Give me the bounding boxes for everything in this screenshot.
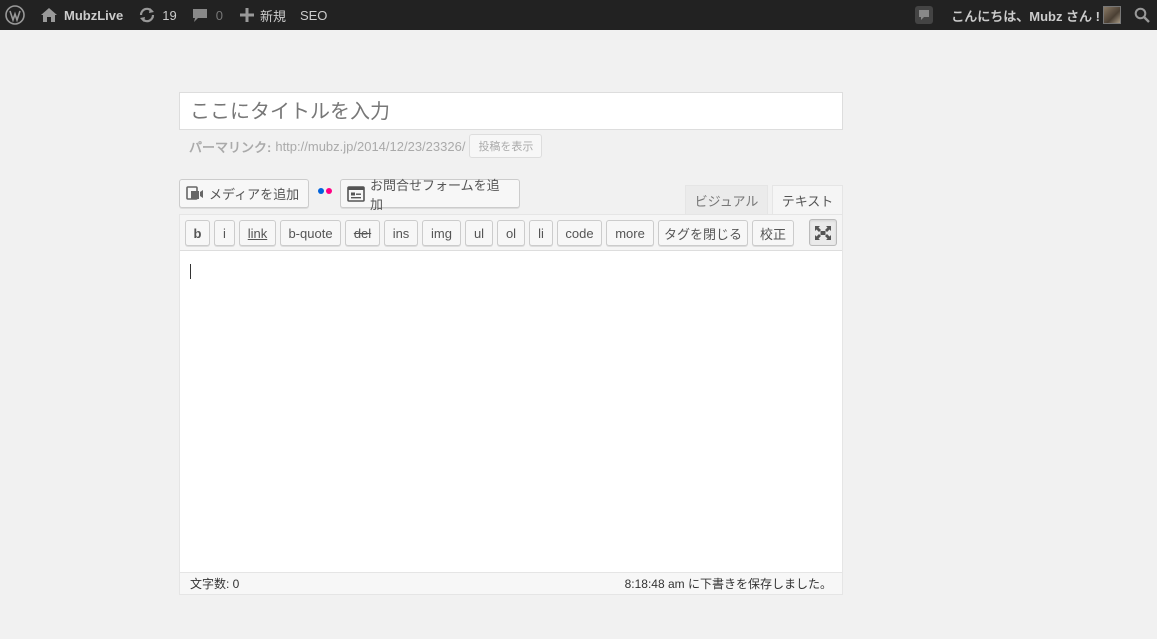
wordpress-logo-icon[interactable] xyxy=(0,0,30,30)
search-icon[interactable] xyxy=(1127,0,1157,30)
qt-ul-button[interactable]: ul xyxy=(465,220,493,246)
avatar xyxy=(1103,6,1121,24)
plus-icon xyxy=(239,8,254,22)
content-textarea[interactable] xyxy=(180,252,842,572)
autosave-status: 8:18:48 am に下書きを保存しました。 xyxy=(624,577,832,591)
comments-count: 0 xyxy=(215,7,223,23)
tab-visual[interactable]: ビジュアル xyxy=(685,185,768,215)
comments-link[interactable]: 0 xyxy=(192,0,223,30)
permalink-row: パーマリンク: http://mubz.jp/2014/12/23/23326/… xyxy=(189,134,543,158)
add-contact-form-label: お問合せフォームを追加 xyxy=(370,177,500,212)
home-icon xyxy=(40,7,58,23)
fullscreen-icon xyxy=(814,225,832,241)
quicktags-toolbar: b i link b-quote del ins img ul ol li co… xyxy=(180,215,842,251)
title-wrap xyxy=(179,92,843,130)
updates-link[interactable]: 19 xyxy=(138,0,177,30)
new-content-link[interactable]: 新規 xyxy=(239,0,286,30)
site-name-label: MubzLive xyxy=(64,7,124,23)
updates-count: 19 xyxy=(162,7,177,23)
seo-link[interactable]: SEO xyxy=(300,0,327,30)
word-count: 文字数: 0 xyxy=(190,577,240,591)
editor-container: b i link b-quote del ins img ul ol li co… xyxy=(179,214,843,595)
permalink-label: パーマリンク: xyxy=(189,139,272,155)
greeting-label: こんにちは、Mubz さん ! xyxy=(951,8,1100,24)
comment-icon xyxy=(192,7,208,23)
add-media-label: メディアを追加 xyxy=(209,187,300,202)
notification-icon[interactable] xyxy=(915,0,934,30)
qt-close-tags-button[interactable]: タグを閉じる xyxy=(658,220,748,246)
flickr-icon[interactable] xyxy=(318,186,334,196)
qt-ins-button[interactable]: ins xyxy=(384,220,418,246)
qt-code-button[interactable]: code xyxy=(557,220,602,246)
site-name-link[interactable]: MubzLive xyxy=(40,0,123,30)
qt-blockquote-button[interactable]: b-quote xyxy=(280,220,341,246)
form-icon xyxy=(347,185,365,202)
qt-del-button[interactable]: del xyxy=(345,220,380,246)
media-icon xyxy=(186,185,204,202)
qt-italic-button[interactable]: i xyxy=(214,220,235,246)
admin-bar: MubzLive 19 0 新規 SEO こんにちは、Mubz さん ! xyxy=(0,0,1157,30)
view-post-button[interactable]: 投稿を表示 xyxy=(469,134,543,158)
add-media-button[interactable]: メディアを追加 xyxy=(179,179,309,208)
text-caret xyxy=(190,264,191,279)
editor-status-bar: 文字数: 0 8:18:48 am に下書きを保存しました。 xyxy=(180,572,842,594)
title-input[interactable] xyxy=(190,96,830,126)
qt-ol-button[interactable]: ol xyxy=(497,220,525,246)
qt-img-button[interactable]: img xyxy=(422,220,461,246)
add-contact-form-button[interactable]: お問合せフォームを追加 xyxy=(340,178,520,212)
qt-proofread-button[interactable]: 校正 xyxy=(752,220,794,246)
permalink-url[interactable]: http://mubz.jp/2014/12/23/23326/ xyxy=(275,139,465,154)
qt-li-button[interactable]: li xyxy=(529,220,553,246)
user-greeting[interactable]: こんにちは、Mubz さん ! xyxy=(951,0,1121,30)
updates-icon xyxy=(138,7,156,23)
qt-more-button[interactable]: more xyxy=(606,220,654,246)
new-content-label: 新規 xyxy=(259,8,286,24)
qt-bold-button[interactable]: b xyxy=(185,220,210,246)
qt-link-button[interactable]: link xyxy=(239,220,276,246)
tab-text[interactable]: テキスト xyxy=(772,185,843,215)
fullscreen-button[interactable] xyxy=(809,219,837,246)
